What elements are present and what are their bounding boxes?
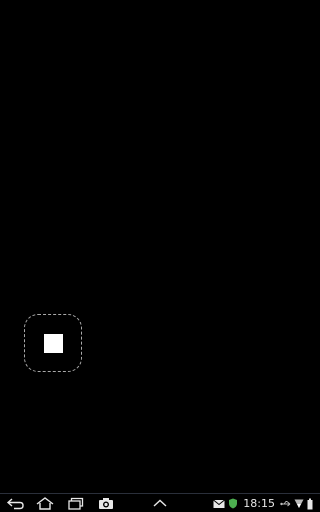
screenshot-button[interactable] [94,495,118,512]
wifi-icon [294,498,304,509]
status-area[interactable]: 18:15 [213,495,316,512]
chevron-up-icon [148,495,172,512]
shield-icon [228,498,238,509]
system-bar: 18:15 [0,493,320,512]
camera-icon [94,495,118,512]
app-screen [0,0,320,493]
stop-button[interactable] [24,314,82,372]
home-icon [33,495,57,512]
stop-icon [44,334,63,353]
back-button[interactable] [4,495,28,512]
status-clock: 18:15 [243,497,275,510]
battery-icon [307,498,313,510]
home-button[interactable] [33,495,57,512]
back-icon [4,495,28,512]
recent-apps-icon [63,495,87,512]
recent-apps-button[interactable] [63,495,87,512]
menu-up-button[interactable] [148,495,172,512]
usb-icon [280,499,291,509]
email-icon [213,499,226,509]
